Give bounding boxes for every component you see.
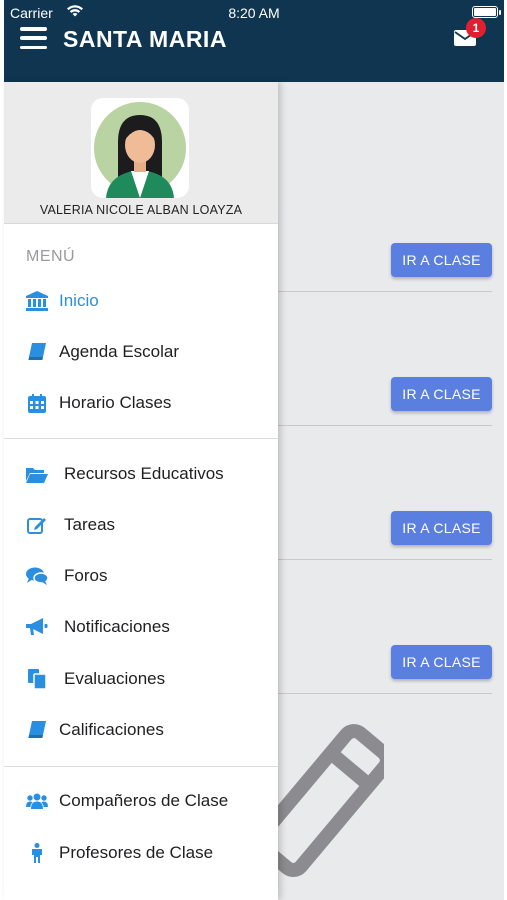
hamburger-menu-icon[interactable] [20,27,47,49]
menu-item-label: Inicio [59,291,99,310]
users-icon [26,790,48,812]
book-icon [26,719,48,741]
ir-a-clase-button[interactable]: IR A CLASE [391,243,492,277]
menu-item-foros[interactable]: Foros [4,556,278,596]
status-bar: Carrier 8:20 AM [4,0,504,26]
menu-item-label: Notificaciones [64,617,170,636]
menu-item-profesores-de-clase[interactable]: Profesores de Clase [4,833,278,873]
edit-icon [26,514,48,536]
menu-item-companeros-de-clase[interactable]: Compañeros de Clase [4,781,278,821]
bank-icon [26,290,48,312]
menu-item-label: Tareas [64,515,116,534]
menu-item-label: Recursos Educativos [64,464,224,483]
menu-item-recursos-educativos[interactable]: Recursos Educativos [4,454,278,494]
menu-item-inicio[interactable]: Inicio [4,281,278,321]
calendar-icon [26,392,48,414]
menu-heading: MENÚ [26,248,76,265]
status-time: 8:20 AM [228,5,280,21]
menu-item-label: Agenda Escolar [59,342,180,361]
menu-item-label: Profesores de Clase [59,843,214,862]
menu-item-calificaciones[interactable]: Calificaciones [4,710,278,750]
menu-item-label: Evaluaciones [64,669,166,688]
ir-a-clase-button[interactable]: IR A CLASE [391,645,492,679]
ir-a-clase-button[interactable]: IR A CLASE [391,377,492,411]
ir-a-clase-button[interactable]: IR A CLASE [391,511,492,545]
comments-icon [26,565,48,587]
book-icon [26,341,48,363]
profile-section: VALERIA NICOLE ALBAN LOAYZA [4,82,278,224]
menu-item-notificaciones[interactable]: Notificaciones [4,607,278,647]
menu-item-label: Foros [64,566,108,585]
side-drawer: VALERIA NICOLE ALBAN LOAYZA MENÚ Inicio … [4,82,278,900]
menu-item-evaluaciones[interactable]: Evaluaciones [4,659,278,699]
person-icon [26,842,48,864]
app-header: Carrier 8:20 AM SANTA MARIA 1 [4,0,504,82]
menu-item-tareas[interactable]: Tareas [4,505,278,545]
profile-name: VALERIA NICOLE ALBAN LOAYZA [39,203,243,217]
folder-open-icon [26,463,48,485]
menu-item-label: Compañeros de Clase [59,791,229,810]
menu-divider [4,766,278,767]
menu-item-label: Calificaciones [59,720,164,739]
menu-item-label: Horario Clases [59,393,172,412]
battery-icon [472,6,501,18]
app-title: SANTA MARIA [63,26,227,52]
menu-divider [4,438,278,439]
menu-item-horario-clases[interactable]: Horario Clases [4,383,278,423]
avatar[interactable] [91,98,189,198]
menu-item-agenda-escolar[interactable]: Agenda Escolar [4,332,278,372]
notification-badge: 1 [466,18,486,38]
megaphone-icon [26,616,48,638]
documents-icon [26,668,48,690]
avatar-illustration-icon [94,102,186,198]
